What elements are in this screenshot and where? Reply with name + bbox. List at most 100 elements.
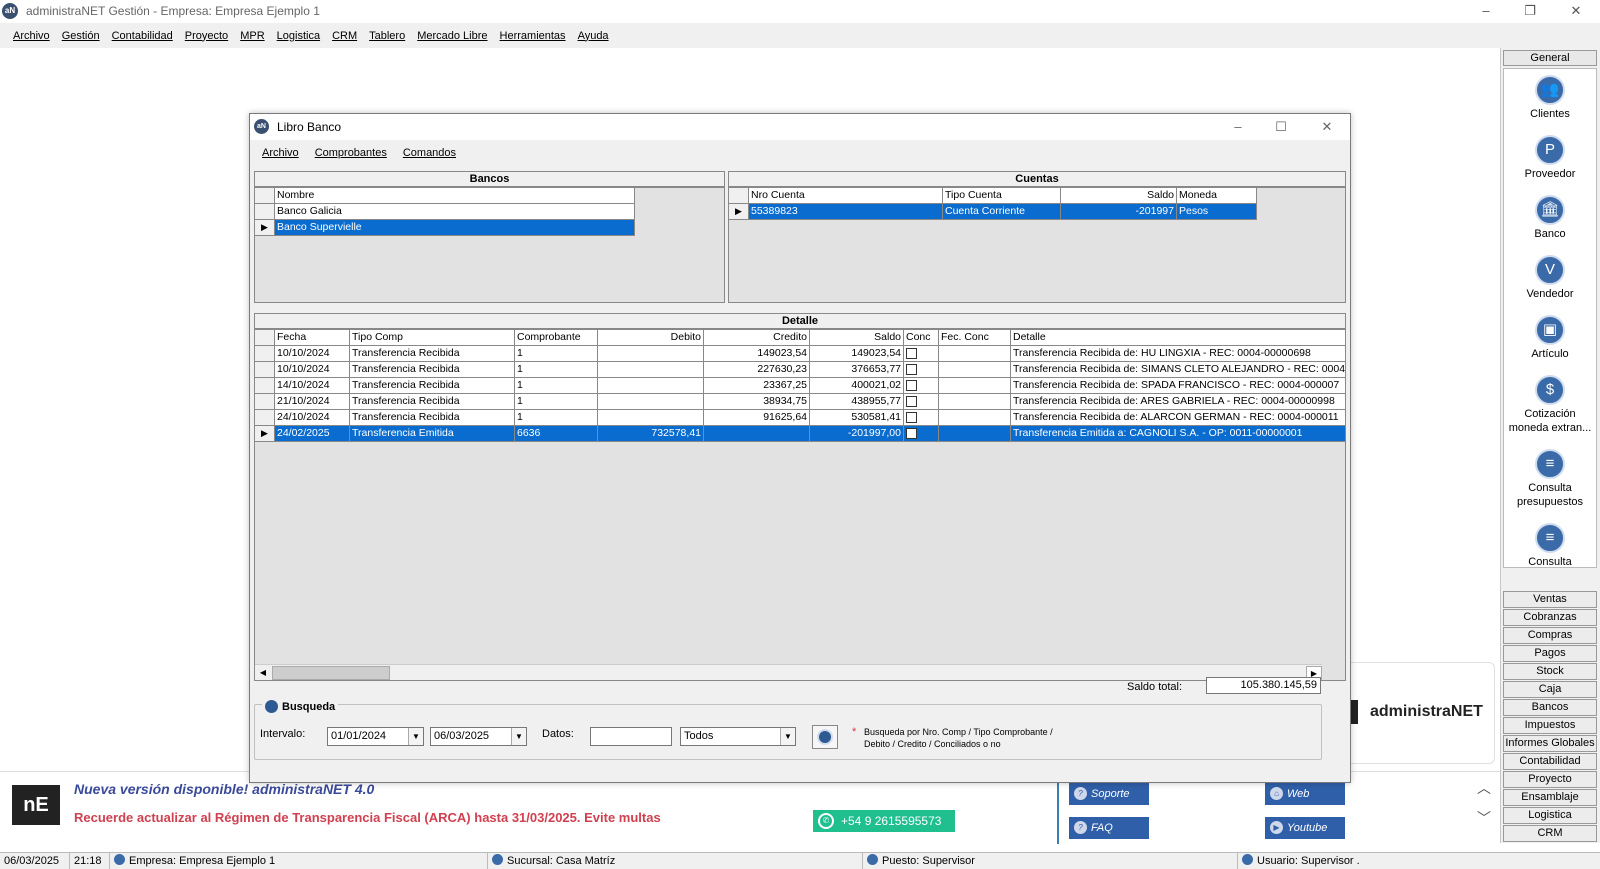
cell-comprobante[interactable]: 1: [515, 394, 598, 410]
cell-tipo-comp[interactable]: Transferencia Recibida: [350, 362, 515, 378]
cell-conc[interactable]: [904, 426, 939, 442]
banner-scroll[interactable]: ︿ ﹀: [1475, 772, 1493, 844]
cat-logistica[interactable]: Logistica: [1503, 807, 1597, 824]
menu-logistica[interactable]: Logistica: [271, 30, 326, 42]
cell-detalle[interactable]: Transferencia Recibida de: ARES GABRIELA…: [1011, 394, 1345, 410]
general-header[interactable]: General: [1503, 50, 1597, 66]
shortcut-banco[interactable]: 🏛 Banco: [1504, 189, 1596, 241]
cell-fec-conc[interactable]: [939, 410, 1011, 426]
scroll-thumb[interactable]: [272, 666, 390, 680]
col-moneda[interactable]: Moneda: [1177, 188, 1257, 204]
cell-detalle[interactable]: Transferencia Emitida a: CAGNOLI S.A. - …: [1011, 426, 1345, 442]
close-icon[interactable]: ✕: [1561, 2, 1591, 20]
shortcut-presupuestos[interactable]: ≡ Consulta presupuestos: [1504, 443, 1596, 509]
menu-archivo[interactable]: Archivo: [7, 30, 56, 42]
conciliado-checkbox[interactable]: [906, 380, 917, 391]
cat-cobranzas[interactable]: Cobranzas: [1503, 609, 1597, 626]
cell-debito[interactable]: [598, 378, 704, 394]
col-comprobante[interactable]: Comprobante: [515, 330, 598, 346]
table-row[interactable]: Banco Galicia: [255, 204, 635, 220]
cell-saldo[interactable]: 400021,02: [810, 378, 904, 394]
cell-detalle[interactable]: Transferencia Recibida de: SIMANS CLETO …: [1011, 362, 1345, 378]
cell-credito[interactable]: 38934,75: [704, 394, 810, 410]
cat-caja[interactable]: Caja: [1503, 681, 1597, 698]
col-conc[interactable]: Conc: [904, 330, 939, 346]
cell-detalle[interactable]: Transferencia Recibida de: SPADA FRANCIS…: [1011, 378, 1345, 394]
cell-fec-conc[interactable]: [939, 378, 1011, 394]
cell-conc[interactable]: [904, 410, 939, 426]
cat-compras[interactable]: Compras: [1503, 627, 1597, 644]
menu-ayuda[interactable]: Ayuda: [572, 30, 615, 42]
cell-fecha[interactable]: 10/10/2024: [275, 346, 350, 362]
table-row[interactable]: ▶ 55389823 Cuenta Corriente -201997 Peso…: [729, 204, 1259, 220]
cat-crm[interactable]: CRM: [1503, 825, 1597, 842]
window-minimize-icon[interactable]: –: [1223, 117, 1253, 137]
cell-credito[interactable]: 149023,54: [704, 346, 810, 362]
cell-tipo-comp[interactable]: Transferencia Recibida: [350, 394, 515, 410]
window-title-bar[interactable]: aN Libro Banco – ☐ ✕: [250, 114, 1350, 140]
cell-debito[interactable]: [598, 346, 704, 362]
col-credito[interactable]: Credito: [704, 330, 810, 346]
cell-detalle[interactable]: Transferencia Recibida de: HU LINGXIA - …: [1011, 346, 1345, 362]
col-tipo-cuenta[interactable]: Tipo Cuenta: [943, 188, 1061, 204]
scroll-left-icon[interactable]: ◀: [255, 666, 271, 680]
chevron-up-icon[interactable]: ︿: [1475, 778, 1493, 798]
col-fec-conc[interactable]: Fec. Conc: [939, 330, 1011, 346]
cell-saldo[interactable]: 438955,77: [810, 394, 904, 410]
banco-nombre[interactable]: Banco Galicia: [275, 204, 635, 220]
cell-comprobante[interactable]: 1: [515, 378, 598, 394]
menu-contabilidad[interactable]: Contabilidad: [106, 30, 179, 42]
table-row[interactable]: 24/10/2024 Transferencia Recibida 1 91625,6…: [255, 410, 1345, 426]
cell-fecha[interactable]: 10/10/2024: [275, 362, 350, 378]
col-detalle[interactable]: Detalle: [1011, 330, 1345, 346]
cell-conc[interactable]: [904, 346, 939, 362]
cell-debito[interactable]: [598, 362, 704, 378]
faq-button[interactable]: ? FAQ: [1069, 817, 1149, 839]
conciliado-checkbox[interactable]: [906, 396, 917, 407]
col-nombre[interactable]: Nombre: [275, 188, 635, 204]
nro-cuenta[interactable]: 55389823: [749, 204, 943, 220]
cell-credito[interactable]: 227630,23: [704, 362, 810, 378]
fecha-desde-picker[interactable]: 01/01/2024 ▼: [327, 727, 424, 746]
moneda[interactable]: Pesos: [1177, 204, 1257, 220]
new-version-title[interactable]: Nueva versión disponible! administraNET …: [74, 781, 374, 797]
cell-comprobante[interactable]: 1: [515, 410, 598, 426]
menu-mercado-libre[interactable]: Mercado Libre: [411, 30, 493, 42]
shortcut-cotizacion[interactable]: $ Cotización moneda extran...: [1504, 369, 1596, 435]
cat-informes-globales[interactable]: Informes Globales: [1503, 735, 1597, 752]
lb-menu-comandos[interactable]: Comandos: [395, 143, 464, 163]
fecha-hasta-picker[interactable]: 06/03/2025 ▼: [430, 727, 527, 746]
table-row[interactable]: 21/10/2024 Transferencia Recibida 1 38934,7…: [255, 394, 1345, 410]
cell-saldo[interactable]: -201997,00: [810, 426, 904, 442]
minimize-icon[interactable]: –: [1471, 2, 1501, 20]
search-button[interactable]: [812, 725, 838, 749]
col-debito[interactable]: Debito: [598, 330, 704, 346]
soporte-button[interactable]: ? Soporte: [1069, 783, 1149, 805]
table-row[interactable]: 10/10/2024 Transferencia Recibida 1 227630,…: [255, 362, 1345, 378]
menu-gestion[interactable]: Gestión: [56, 30, 106, 42]
col-nro-cuenta[interactable]: Nro Cuenta: [749, 188, 943, 204]
cell-fec-conc[interactable]: [939, 426, 1011, 442]
cat-ventas[interactable]: Ventas: [1503, 591, 1597, 608]
table-row[interactable]: 10/10/2024 Transferencia Recibida 1 149023,…: [255, 346, 1345, 362]
cell-fecha[interactable]: 24/02/2025: [275, 426, 350, 442]
cell-fec-conc[interactable]: [939, 362, 1011, 378]
cell-comprobante[interactable]: 1: [515, 362, 598, 378]
menu-proyecto[interactable]: Proyecto: [179, 30, 234, 42]
cell-comprobante[interactable]: 6636: [515, 426, 598, 442]
cell-fecha[interactable]: 21/10/2024: [275, 394, 350, 410]
cell-credito[interactable]: 23367,25: [704, 378, 810, 394]
cat-pagos[interactable]: Pagos: [1503, 645, 1597, 662]
youtube-button[interactable]: ▶ Youtube: [1265, 817, 1345, 839]
conciliado-checkbox[interactable]: [906, 412, 917, 423]
table-row[interactable]: ▶ 24/02/2025 Transferencia Emitida 6636 7325…: [255, 426, 1345, 442]
restore-icon[interactable]: ❐: [1515, 2, 1545, 20]
menu-tablero[interactable]: Tablero: [363, 30, 411, 42]
table-row[interactable]: ▶ Banco Supervielle: [255, 220, 635, 236]
window-close-icon[interactable]: ✕: [1312, 117, 1342, 137]
col-saldo[interactable]: Saldo: [810, 330, 904, 346]
chevron-down-icon[interactable]: ▼: [511, 728, 526, 745]
cat-proyecto[interactable]: Proyecto: [1503, 771, 1597, 788]
cell-fecha[interactable]: 24/10/2024: [275, 410, 350, 426]
cat-ensamblaje[interactable]: Ensamblaje: [1503, 789, 1597, 806]
